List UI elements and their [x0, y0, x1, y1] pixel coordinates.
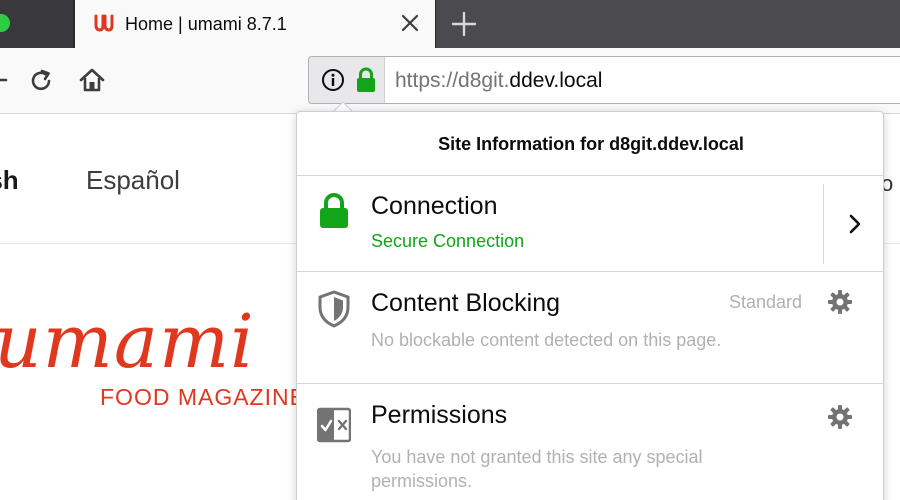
plus-icon[interactable]	[450, 10, 478, 38]
url-bar[interactable]: https://d8git.ddev.local	[308, 56, 900, 104]
url-text[interactable]: https://d8git.ddev.local	[395, 69, 602, 93]
url-host: ddev.local	[509, 69, 603, 92]
permissions-description-line1: You have not granted this site any speci…	[371, 447, 703, 467]
language-link-english[interactable]: glish	[0, 165, 19, 196]
connection-expand-button[interactable]	[823, 184, 883, 264]
window-zoom-dot[interactable]	[0, 14, 10, 32]
url-scheme: https://	[395, 69, 459, 92]
content-blocking-level: Standard	[729, 292, 803, 312]
site-information-panel: Site Information for d8git.ddev.local Co…	[296, 111, 884, 500]
shield-icon	[318, 290, 350, 328]
gear-icon[interactable]	[827, 404, 853, 430]
content-blocking-section: Content Blocking Standard No blockable c…	[297, 272, 883, 384]
home-icon[interactable]	[78, 66, 106, 94]
lock-icon[interactable]	[355, 67, 377, 93]
lock-icon	[320, 193, 348, 228]
site-tagline: FOOD MAGAZINE	[100, 384, 306, 410]
panel-header: Site Information for d8git.ddev.local	[297, 112, 883, 176]
umami-favicon-icon	[94, 14, 114, 32]
tab-strip: Home | umami 8.7.1	[0, 0, 900, 48]
connection-label: Connection	[371, 192, 498, 220]
site-logo[interactable]: umami	[0, 299, 255, 385]
url-subdomain: d8git.	[458, 69, 510, 92]
permissions-label: Permissions	[371, 401, 508, 429]
language-link-espanol[interactable]: Español	[86, 165, 180, 196]
tab-active[interactable]: Home | umami 8.7.1	[74, 0, 436, 48]
content-blocking-description: No blockable content detected on this pa…	[371, 330, 722, 350]
permissions-description-line2: permissions.	[371, 471, 473, 491]
connection-status: Secure Connection	[371, 231, 525, 251]
content-blocking-label: Content Blocking	[371, 289, 561, 317]
back-arrow-icon[interactable]	[0, 68, 8, 92]
permissions-section: Permissions You have not granted this si…	[297, 384, 883, 500]
chevron-right-icon	[849, 214, 861, 234]
identity-box[interactable]	[309, 57, 385, 103]
tab-previous[interactable]	[0, 0, 74, 48]
tab-title: Home | umami 8.7.1	[125, 14, 287, 34]
info-icon[interactable]	[321, 68, 345, 92]
panel-title: Site Information for d8git.ddev.local	[438, 134, 744, 154]
permissions-icon	[317, 407, 351, 443]
close-icon[interactable]	[399, 12, 421, 34]
reload-icon[interactable]	[28, 68, 54, 94]
connection-section[interactable]: Connection Secure Connection	[297, 176, 883, 272]
gear-icon[interactable]	[827, 289, 853, 315]
navigation-toolbar: https://d8git.ddev.local	[0, 48, 900, 114]
